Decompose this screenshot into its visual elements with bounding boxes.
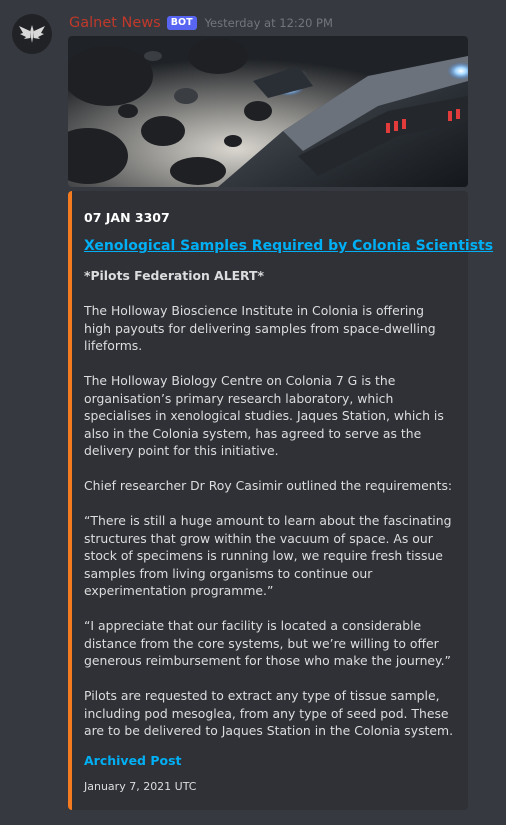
paragraph: “I appreciate that our facility is locat… [84,618,451,668]
bot-badge: BOT [166,16,197,30]
archived-post-link[interactable]: Archived Post [84,753,182,768]
message-header: Galnet News BOT Yesterday at 12:20 PM [69,13,333,33]
alert-line: *Pilots Federation ALERT* [84,268,264,283]
message-timestamp: Yesterday at 12:20 PM [204,16,333,30]
embed-author: 07 JAN 3307 [84,210,170,225]
paragraph: Chief researcher Dr Roy Casimir outlined… [84,478,453,493]
paragraph: The Holloway Biology Centre on Colonia 7… [84,373,444,458]
paragraph: The Holloway Bioscience Institute in Col… [84,303,436,353]
username[interactable]: Galnet News [69,15,161,31]
embed-image[interactable] [68,36,468,187]
embed-card: 07 JAN 3307 Xenological Samples Required… [68,191,493,810]
avatar[interactable] [12,14,52,54]
paragraph: Pilots are requested to extract any type… [84,688,454,738]
embed-title-link[interactable]: Xenological Samples Required by Colonia … [84,238,493,254]
paragraph: “There is still a huge amount to learn a… [84,513,452,598]
elite-dangerous-wings-icon [19,25,45,43]
embed-description: *Pilots Federation ALERT* The Holloway B… [84,267,454,757]
embed-footer: January 7, 2021 UTC [84,780,197,793]
